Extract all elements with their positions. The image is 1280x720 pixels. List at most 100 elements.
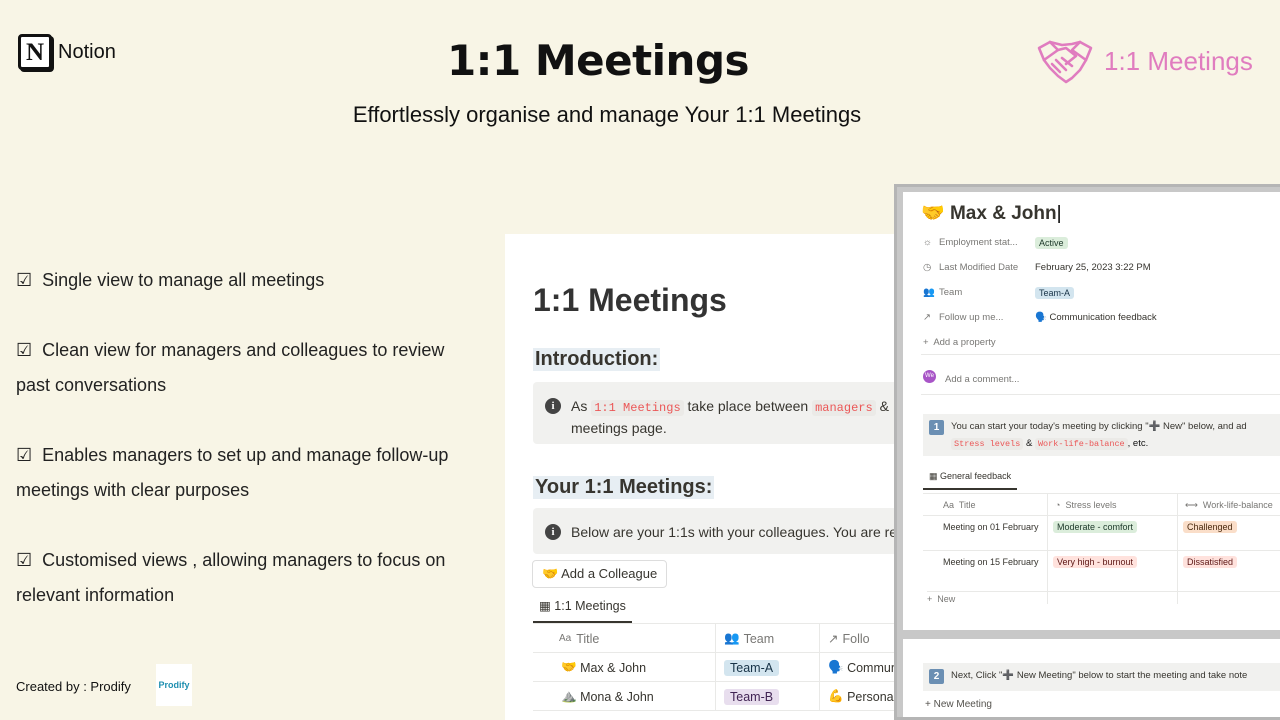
meetings-table: Aa Title 👥 Team ↗ Follo 🤝 Max & John Team-A… xyxy=(533,623,905,720)
info-icon: i xyxy=(545,398,561,414)
col-team[interactable]: 👥 Team xyxy=(716,624,820,653)
prodify-badge: Prodify xyxy=(156,664,192,706)
col-label: Follo xyxy=(842,631,870,646)
relation-arrow-icon: ↗ xyxy=(923,312,931,323)
col-follow[interactable]: ↗ Follo xyxy=(820,624,905,653)
sun-icon: ☼ xyxy=(923,237,932,248)
property-label: Follow up me... xyxy=(939,312,1004,323)
detail-top-section: 🤝 Max & John| ☼ Employment stat... Activ… xyxy=(903,192,1280,630)
col-stress[interactable]: ◔ Stress levels xyxy=(1055,500,1116,510)
team-tag: Team-A xyxy=(724,659,780,676)
checkbox-icon: ☑ xyxy=(16,270,33,290)
detail-bottom-section: 2 Next, Click "➕ New Meeting" below to s… xyxy=(903,639,1280,717)
row-title[interactable]: Meeting on 15 February xyxy=(943,556,1039,569)
callout-text: meetings page. xyxy=(571,420,667,436)
step1-line2: Stress levels & Work-life-balance, etc. xyxy=(951,438,1148,450)
stress-tag: Very high - burnout xyxy=(1053,556,1138,568)
tab-label: General feedback xyxy=(940,471,1012,481)
callout-text: take place between xyxy=(683,398,813,414)
handshake-icon: 🤝 xyxy=(561,660,577,674)
property-label: Team xyxy=(939,287,963,298)
row-title-text: Max & John xyxy=(580,660,647,675)
col-title[interactable]: Aa Title xyxy=(943,500,976,510)
add-property-button[interactable]: + Add a property xyxy=(923,337,996,348)
feature-text: Customised views , allowing managers to … xyxy=(16,550,446,605)
handshake-icon: 🤝 xyxy=(921,203,945,224)
tab-label: 1:1 Meetings xyxy=(554,599,626,613)
property-label: Employment stat... xyxy=(939,237,1018,248)
follow-text: Personal xyxy=(847,689,897,704)
template-logo: 1:1 Meetings xyxy=(1036,36,1253,86)
muscle-icon: 💪 xyxy=(828,689,844,703)
number-two-icon: 2 xyxy=(929,669,944,684)
checkbox-icon: ☑ xyxy=(16,445,33,465)
template-name: 1:1 Meetings xyxy=(1104,45,1253,76)
detail-title[interactable]: 🤝 Max & John| xyxy=(921,201,1062,225)
add-colleague-button[interactable]: 🤝 Add a Colleague xyxy=(532,560,668,588)
row-title[interactable]: ⛰️ Mona & John xyxy=(533,682,716,711)
prodify-badge-text: Prodify xyxy=(158,680,190,690)
col-title[interactable]: Aa Title xyxy=(533,624,716,653)
divider xyxy=(921,354,1280,355)
meetings-heading: Your 1:1 Meetings: xyxy=(533,476,715,499)
preview-page-title: 1:1 Meetings xyxy=(533,282,727,318)
inline-code: Work-life-balance xyxy=(1034,438,1128,450)
table-row[interactable]: ⛰️ Mona & John Team-B 💪 Personal xyxy=(533,681,905,711)
row-title[interactable]: 🤝 Max & John xyxy=(533,653,716,682)
table-row[interactable]: 🤝 Max & John Team-A 🗣️ Commun xyxy=(533,652,905,682)
property-value: February 25, 2023 3:22 PM xyxy=(1035,262,1151,273)
page-title: 1:1 Meetings xyxy=(446,36,750,85)
relation-arrow-icon: ↗ xyxy=(828,632,839,646)
comment-input[interactable]: Add a comment... xyxy=(945,374,1019,385)
callout-text: Below are your 1:1s with your colleagues… xyxy=(571,524,901,540)
team-tag: Team-A xyxy=(1035,287,1075,299)
avatar: We xyxy=(923,370,936,383)
table-row[interactable]: Meeting on 15 February Very high - burno… xyxy=(923,550,1280,586)
new-row-button[interactable]: + New xyxy=(927,591,1280,604)
tab-1-1-meetings[interactable]: ▦ 1:1 Meetings xyxy=(533,598,632,623)
page-subtitle: Effortlessly organise and manage Your 1:… xyxy=(352,102,862,127)
step1-text: & xyxy=(1023,438,1035,449)
handshake-icon xyxy=(1037,40,1093,84)
feature-text: Clean view for managers and colleagues t… xyxy=(16,340,445,395)
new-meeting-button[interactable]: + New Meeting xyxy=(925,699,992,710)
clock-icon: ◷ xyxy=(923,262,932,273)
mountain-icon: ⛰️ xyxy=(561,689,577,703)
inline-code: 1:1 Meetings xyxy=(591,400,684,416)
button-label: Add a Colleague xyxy=(561,566,658,581)
callout-text: As xyxy=(571,398,592,414)
button-label: New xyxy=(937,594,956,604)
step1-text: You can start your today's meeting by cl… xyxy=(951,421,1247,432)
feature-text: Enables managers to set up and manage fo… xyxy=(16,445,449,500)
speaking-icon: 🗣️ xyxy=(828,660,844,674)
credit-text: Created by : Prodify xyxy=(16,679,131,694)
col-label: Stress levels xyxy=(1065,500,1117,510)
notion-page-preview: 1:1 Meetings Introduction: i As 1:1 Meet… xyxy=(505,234,905,720)
feature-item: ☑ Clean view for managers and colleagues… xyxy=(16,333,456,403)
table-row[interactable]: Meeting on 01 February Moderate - comfor… xyxy=(923,515,1280,551)
divider xyxy=(921,394,1280,395)
table-header: Aa Title ◔ Stress levels ⟷ Work-life-bal… xyxy=(923,493,1280,604)
feature-item: ☑ Customised views , allowing managers t… xyxy=(16,543,456,613)
row-team: Team-A xyxy=(716,653,820,682)
button-label: New Meeting xyxy=(933,699,992,710)
property-value: 🗣️ Communication feedback xyxy=(1035,312,1157,323)
team-tag: Team-B xyxy=(724,688,780,705)
tab-general-feedback[interactable]: ▦ General feedback xyxy=(923,471,1018,490)
col-balance[interactable]: ⟷ Work-life-balance xyxy=(1185,500,1273,511)
col-label: Team xyxy=(743,631,775,646)
feature-text: Single view to manage all meetings xyxy=(42,270,325,290)
row-follow: 🗣️ Commun xyxy=(820,653,905,682)
row-follow: 💪 Personal xyxy=(820,682,905,711)
intro-heading: Introduction: xyxy=(533,348,661,371)
relation-text: Communication feedback xyxy=(1049,312,1157,323)
table-header: Aa Title 👥 Team ↗ Follo xyxy=(533,623,905,653)
balance-tag: Dissatisfied xyxy=(1183,556,1238,568)
row-title[interactable]: Meeting on 01 February xyxy=(943,521,1039,534)
table-row[interactable] xyxy=(533,710,905,720)
inline-code: managers xyxy=(812,400,876,416)
button-label: Add a property xyxy=(933,337,996,348)
step1-callout: 1 You can start your today's meeting by … xyxy=(923,414,1280,456)
feedback-table: Aa Title ◔ Stress levels ⟷ Work-life-bal… xyxy=(923,493,1280,604)
property-label: Last Modified Date xyxy=(939,262,1019,273)
